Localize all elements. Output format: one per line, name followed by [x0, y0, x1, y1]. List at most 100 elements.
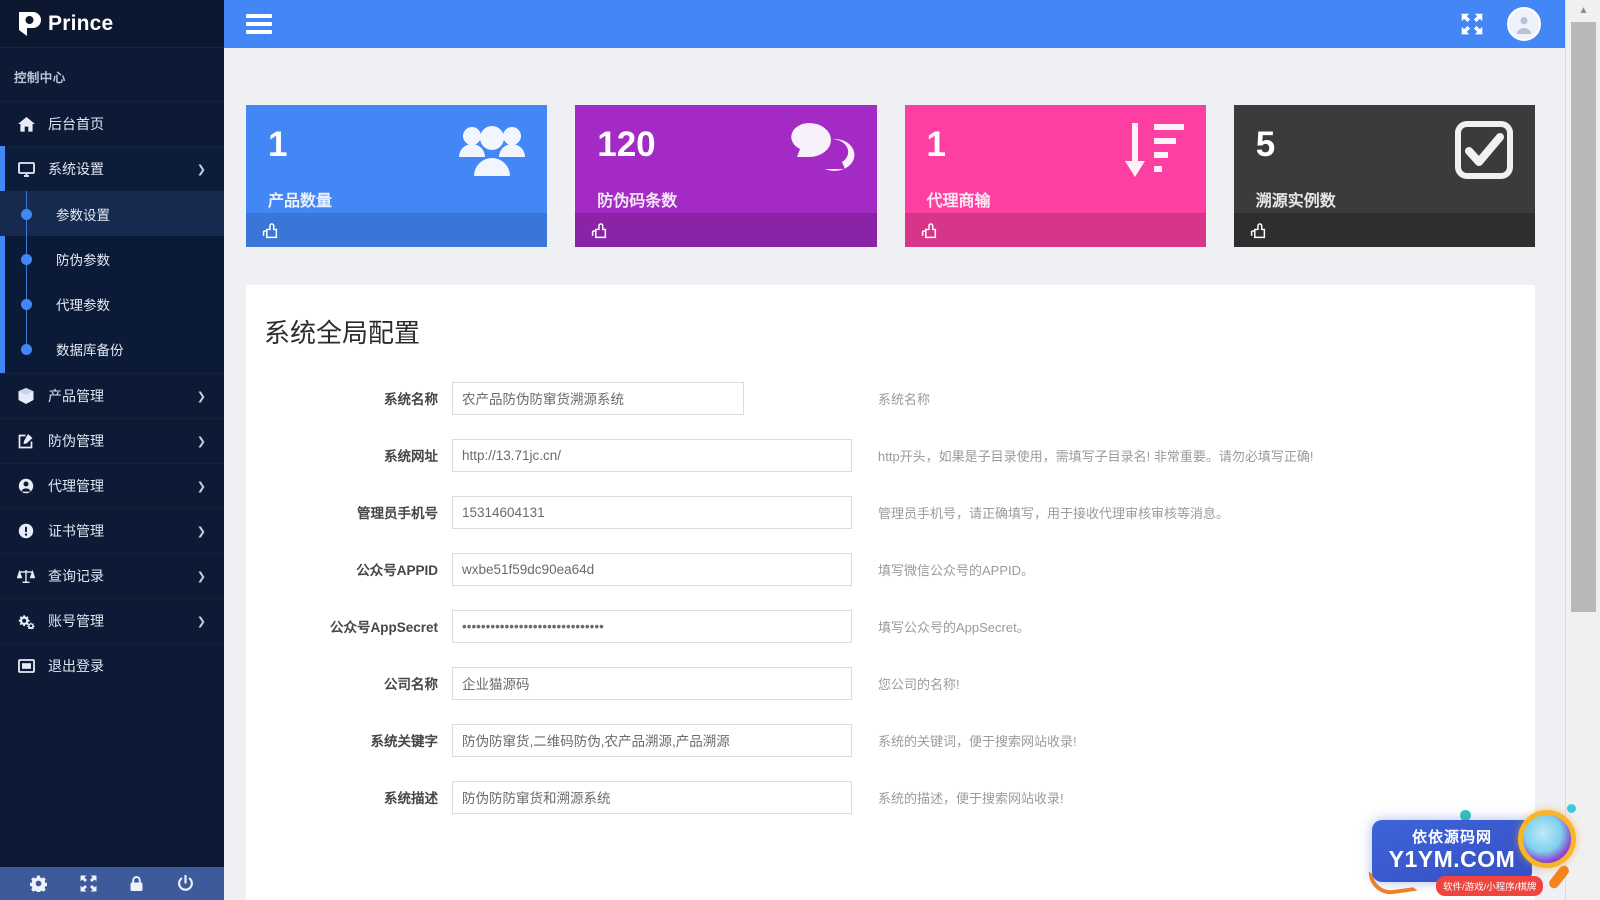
- chevron-right-icon: ❯: [196, 389, 206, 403]
- system-url-input[interactable]: [452, 438, 852, 472]
- main-content: 1 产品数量 120 防伪码条数 1 代理商输 5 溯源实例数 系统全局配置 系…: [224, 48, 1565, 900]
- field-help-text: 系统的关键词，便于搜索网站收录!: [878, 733, 1077, 749]
- sidebar-item-product-management[interactable]: 产品管理 ❯: [0, 373, 224, 418]
- expand-arrows-icon[interactable]: [1461, 13, 1483, 35]
- expand-arrows-icon[interactable]: [80, 875, 97, 892]
- sidebar-item-antifake-management[interactable]: 防伪管理 ❯: [0, 418, 224, 463]
- user-avatar-icon[interactable]: [1507, 7, 1541, 41]
- stat-card-antifake-codes[interactable]: 120 防伪码条数: [575, 105, 877, 247]
- check-square-icon: [1453, 121, 1515, 184]
- sidebar-item-system-settings[interactable]: 系统设置 ❯: [0, 146, 224, 191]
- stat-label: 防伪码条数: [597, 193, 678, 210]
- gear-icon[interactable]: [30, 875, 48, 892]
- prince-logo-icon: [16, 10, 42, 38]
- scrollbar-up-arrow-icon[interactable]: ▲: [1566, 0, 1600, 20]
- sidebar-subitem-antifake-params[interactable]: 防伪参数: [0, 236, 224, 281]
- system-name-input[interactable]: [452, 381, 744, 415]
- stat-card-footer[interactable]: [904, 213, 1206, 247]
- sidebar: Prince 控制中心 后台首页 系统设置 ❯ 参数设置 防伪参数 代理参数 数…: [0, 0, 224, 900]
- app-root: Prince 控制中心 后台首页 系统设置 ❯ 参数设置 防伪参数 代理参数 数…: [0, 0, 1600, 900]
- sidebar-logo[interactable]: Prince: [0, 0, 224, 48]
- form-row-wechat-appsecret: 公众号AppSecret 填写公众号的AppSecret。: [246, 608, 1535, 644]
- field-help-text: http开头，如果是子目录使用，需填写子目录名! 非常重要。请勿必填写正确!: [878, 448, 1314, 464]
- sort-amount-icon: [1124, 121, 1186, 184]
- stat-label: 产品数量: [268, 193, 333, 210]
- form-row-system-description: 系统描述 系统的描述，便于搜索网站收录!: [246, 779, 1535, 815]
- wechat-appid-input[interactable]: [452, 552, 852, 586]
- logout-window-icon: [14, 658, 38, 674]
- hamburger-bar: [246, 22, 272, 26]
- stat-label: 溯源实例数: [1255, 193, 1336, 210]
- hamburger-bar: [246, 14, 272, 18]
- wechat-appsecret-input[interactable]: [452, 609, 852, 643]
- field-label: 系统描述: [384, 791, 438, 806]
- submenu-dot-icon: [21, 208, 32, 220]
- form-row-system-name: 系统名称 系统名称: [246, 380, 1535, 416]
- form-row-company-name: 公司名称 您公司的名称!: [246, 665, 1535, 701]
- sidebar-item-home[interactable]: 后台首页: [0, 101, 224, 146]
- stat-card-agent-count[interactable]: 1 代理商输: [904, 105, 1206, 247]
- field-help-text: 管理员手机号，请正确填写，用于接收代理审核审核等消息。: [878, 505, 1230, 521]
- sidebar-item-label: 系统设置: [48, 161, 104, 177]
- exclamation-circle-icon: [14, 523, 38, 539]
- home-icon: [14, 116, 38, 132]
- sidebar-submenu-system-settings: 参数设置 防伪参数 代理参数 数据库备份: [0, 146, 224, 373]
- sidebar-item-label: 证书管理: [48, 523, 104, 539]
- stat-card-product-count[interactable]: 1 产品数量: [246, 105, 548, 247]
- stat-value: 5: [1255, 125, 1276, 164]
- monitor-icon: [14, 161, 38, 177]
- sidebar-item-query-records[interactable]: 查询记录 ❯: [0, 553, 224, 598]
- field-label: 系统名称: [384, 392, 438, 407]
- power-icon[interactable]: [177, 875, 194, 892]
- user-circle-icon: [14, 478, 38, 494]
- sidebar-logo-text: Prince: [48, 11, 114, 35]
- sidebar-subitem-param-settings[interactable]: 参数设置: [0, 191, 224, 236]
- submenu-dot-icon: [21, 298, 32, 310]
- sidebar-item-logout[interactable]: 退出登录: [0, 643, 224, 688]
- stat-card-footer[interactable]: [246, 213, 548, 247]
- box-icon: [14, 388, 38, 404]
- stat-cards: 1 产品数量 120 防伪码条数 1 代理商输 5 溯源实例数: [224, 48, 1565, 247]
- admin-phone-input[interactable]: [452, 495, 852, 529]
- stat-value: 120: [597, 125, 656, 164]
- balance-scale-icon: [14, 568, 38, 584]
- system-keywords-input[interactable]: [452, 723, 852, 757]
- stat-card-trace-instances[interactable]: 5 溯源实例数: [1233, 105, 1535, 247]
- system-description-input[interactable]: [452, 780, 852, 814]
- sidebar-item-label: 防伪管理: [48, 433, 104, 449]
- sidebar-item-label: 退出登录: [48, 658, 104, 674]
- sidebar-subitem-agent-params[interactable]: 代理参数: [0, 281, 224, 326]
- sidebar-subitem-label: 防伪参数: [56, 252, 110, 268]
- sidebar-item-certificate-management[interactable]: 证书管理 ❯: [0, 508, 224, 553]
- field-label: 公众号AppSecret: [329, 620, 438, 635]
- sidebar-item-agent-management[interactable]: 代理管理 ❯: [0, 463, 224, 508]
- sidebar-bottom-toolbar: [0, 867, 224, 900]
- hamburger-icon[interactable]: [246, 13, 272, 35]
- lock-icon[interactable]: [129, 875, 144, 892]
- chevron-right-icon: ❯: [196, 569, 206, 583]
- field-label: 公众号APPID: [356, 563, 438, 578]
- sidebar-subitem-label: 数据库备份: [56, 342, 124, 358]
- chevron-right-icon: ❯: [196, 614, 206, 628]
- field-label: 系统网址: [384, 449, 438, 464]
- field-label: 公司名称: [384, 677, 438, 692]
- form-row-wechat-appid: 公众号APPID 填写微信公众号的APPID。: [246, 551, 1535, 587]
- chevron-right-icon: ❯: [196, 434, 206, 448]
- chevron-right-icon: ❯: [196, 524, 206, 538]
- stat-label: 代理商输: [926, 193, 991, 210]
- field-help-text: 您公司的名称!: [878, 676, 960, 692]
- chevron-down-icon: ❯: [196, 162, 206, 176]
- stat-card-footer[interactable]: [575, 213, 877, 247]
- page-scrollbar[interactable]: ▲: [1565, 0, 1600, 900]
- form-row-admin-phone: 管理员手机号 管理员手机号，请正确填写，用于接收代理审核审核等消息。: [246, 494, 1535, 530]
- sidebar-item-account-management[interactable]: 账号管理 ❯: [0, 598, 224, 643]
- scrollbar-thumb[interactable]: [1571, 22, 1596, 612]
- sidebar-subitem-label: 参数设置: [56, 207, 110, 223]
- stat-card-footer[interactable]: [1233, 213, 1535, 247]
- sidebar-subitem-database-backup[interactable]: 数据库备份: [0, 326, 224, 371]
- form-row-system-keywords: 系统关键字 系统的关键词，便于搜索网站收录!: [246, 722, 1535, 758]
- chevron-right-icon: ❯: [196, 479, 206, 493]
- sidebar-item-label: 查询记录: [48, 568, 104, 584]
- company-name-input[interactable]: [452, 666, 852, 700]
- sidebar-subitem-label: 代理参数: [56, 297, 110, 313]
